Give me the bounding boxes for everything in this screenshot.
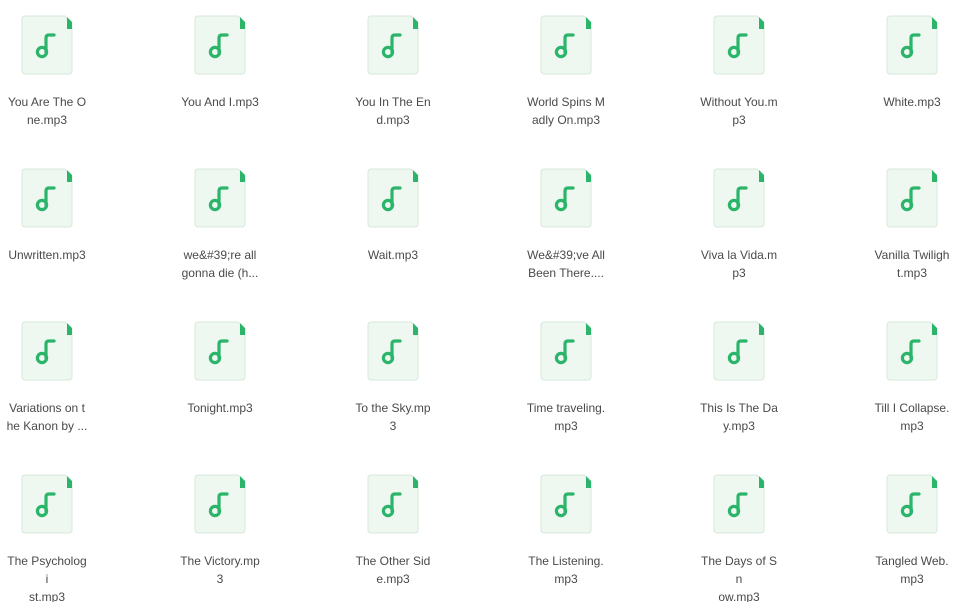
- file-item[interactable]: The Days of Sn ow.mp3: [679, 474, 799, 602]
- music-file-icon: [367, 321, 419, 381]
- file-name-text: You In The En d.mp3: [355, 95, 431, 127]
- file-name-text: The Listening. mp3: [528, 554, 604, 586]
- music-file-icon: [540, 321, 592, 381]
- music-file-icon: [713, 15, 765, 75]
- file-name-text: Unwritten.mp3: [8, 248, 86, 262]
- music-file-icon: [21, 168, 73, 228]
- file-name-text: Variations on t he Kanon by ...: [6, 401, 88, 433]
- file-item[interactable]: Tonight.mp3: [160, 321, 280, 461]
- file-name-label: Vanilla Twiligh t.mp3: [852, 246, 961, 282]
- file-name-label: You And I.mp3: [160, 93, 280, 111]
- file-name-text: We&#39;ve All Been There....: [527, 248, 605, 280]
- file-name-label: We&#39;ve All Been There....: [506, 246, 626, 282]
- file-item[interactable]: You Are The O ne.mp3: [0, 15, 107, 155]
- file-item[interactable]: You In The En d.mp3: [333, 15, 453, 155]
- music-file-icon: [886, 321, 938, 381]
- file-name-text: The Psychologi st.mp3: [7, 554, 87, 602]
- file-name-text: White.mp3: [883, 95, 941, 109]
- file-name-label: Wait.mp3: [333, 246, 453, 264]
- file-item[interactable]: Variations on t he Kanon by ...: [0, 321, 107, 461]
- music-file-icon: [713, 474, 765, 534]
- music-file-icon: [540, 15, 592, 75]
- file-name-label: Unwritten.mp3: [0, 246, 107, 264]
- file-name-text: This Is The Da y.mp3: [700, 401, 778, 433]
- music-file-icon: [886, 15, 938, 75]
- file-name-label: The Victory.mp 3: [160, 552, 280, 588]
- file-name-label: The Other Sid e.mp3: [333, 552, 453, 588]
- file-name-label: The Listening. mp3: [506, 552, 626, 588]
- file-item[interactable]: Viva la Vida.m p3: [679, 168, 799, 308]
- file-name-label: World Spins M adly On.mp3: [506, 93, 626, 129]
- file-item[interactable]: The Listening. mp3: [506, 474, 626, 602]
- file-name-text: Tangled Web. mp3: [875, 554, 949, 586]
- music-file-icon: [886, 474, 938, 534]
- file-name-label: Time traveling. mp3: [506, 399, 626, 435]
- music-file-icon: [21, 321, 73, 381]
- file-name-text: The Days of Sn ow.mp3: [700, 554, 778, 602]
- file-item[interactable]: Wait.mp3: [333, 168, 453, 308]
- file-item[interactable]: World Spins M adly On.mp3: [506, 15, 626, 155]
- file-name-text: Till I Collapse. mp3: [874, 401, 950, 433]
- file-name-text: To the Sky.mp 3: [355, 401, 431, 433]
- file-item[interactable]: The Psychologi st.mp3: [0, 474, 107, 602]
- file-item[interactable]: Time traveling. mp3: [506, 321, 626, 461]
- file-name-text: The Victory.mp 3: [180, 554, 260, 586]
- file-name-label: This Is The Da y.mp3: [679, 399, 799, 435]
- music-file-icon: [540, 168, 592, 228]
- file-name-text: we&#39;re all gonna die (h...: [181, 248, 259, 280]
- music-file-icon: [194, 321, 246, 381]
- file-name-text: Wait.mp3: [367, 248, 419, 262]
- file-name-text: Time traveling. mp3: [526, 401, 606, 433]
- file-name-text: You Are The O ne.mp3: [7, 95, 87, 127]
- file-item[interactable]: Unwritten.mp3: [0, 168, 107, 308]
- file-name-label: The Days of Sn ow.mp3: [679, 552, 799, 602]
- file-name-text: Vanilla Twiligh t.mp3: [874, 248, 950, 280]
- music-file-icon: [367, 474, 419, 534]
- file-item[interactable]: we&#39;re all gonna die (h...: [160, 168, 280, 308]
- file-name-text: You And I.mp3: [181, 95, 259, 109]
- music-file-icon: [713, 168, 765, 228]
- file-name-text: Viva la Vida.m p3: [700, 248, 778, 280]
- file-item[interactable]: The Other Sid e.mp3: [333, 474, 453, 602]
- file-grid: You Are The O ne.mp3 You And I.mp3 You I…: [0, 0, 961, 602]
- file-item[interactable]: To the Sky.mp 3: [333, 321, 453, 461]
- file-item[interactable]: Tangled Web. mp3: [852, 474, 961, 602]
- music-file-icon: [194, 15, 246, 75]
- music-file-icon: [367, 15, 419, 75]
- file-name-label: You Are The O ne.mp3: [0, 93, 107, 129]
- file-name-label: we&#39;re all gonna die (h...: [160, 246, 280, 282]
- file-item[interactable]: Till I Collapse. mp3: [852, 321, 961, 461]
- file-item[interactable]: The Victory.mp 3: [160, 474, 280, 602]
- file-name-label: White.mp3: [852, 93, 961, 111]
- file-name-label: Variations on t he Kanon by ...: [0, 399, 107, 435]
- music-file-icon: [540, 474, 592, 534]
- file-item[interactable]: You And I.mp3: [160, 15, 280, 155]
- music-file-icon: [713, 321, 765, 381]
- file-name-label: You In The En d.mp3: [333, 93, 453, 129]
- file-name-text: Without You.m p3: [700, 95, 778, 127]
- file-item[interactable]: This Is The Da y.mp3: [679, 321, 799, 461]
- file-name-text: Tonight.mp3: [187, 401, 253, 415]
- file-name-label: Viva la Vida.m p3: [679, 246, 799, 282]
- file-name-label: Tangled Web. mp3: [852, 552, 961, 588]
- file-name-label: Till I Collapse. mp3: [852, 399, 961, 435]
- music-file-icon: [886, 168, 938, 228]
- file-name-label: Tonight.mp3: [160, 399, 280, 417]
- file-item[interactable]: Vanilla Twiligh t.mp3: [852, 168, 961, 308]
- file-item[interactable]: Without You.m p3: [679, 15, 799, 155]
- file-name-label: To the Sky.mp 3: [333, 399, 453, 435]
- file-name-text: The Other Sid e.mp3: [355, 554, 431, 586]
- file-item[interactable]: White.mp3: [852, 15, 961, 155]
- file-item[interactable]: We&#39;ve All Been There....: [506, 168, 626, 308]
- music-file-icon: [21, 474, 73, 534]
- music-file-icon: [194, 474, 246, 534]
- file-name-text: World Spins M adly On.mp3: [527, 95, 605, 127]
- music-file-icon: [367, 168, 419, 228]
- file-name-label: Without You.m p3: [679, 93, 799, 129]
- file-name-label: The Psychologi st.mp3: [0, 552, 107, 602]
- music-file-icon: [194, 168, 246, 228]
- music-file-icon: [21, 15, 73, 75]
